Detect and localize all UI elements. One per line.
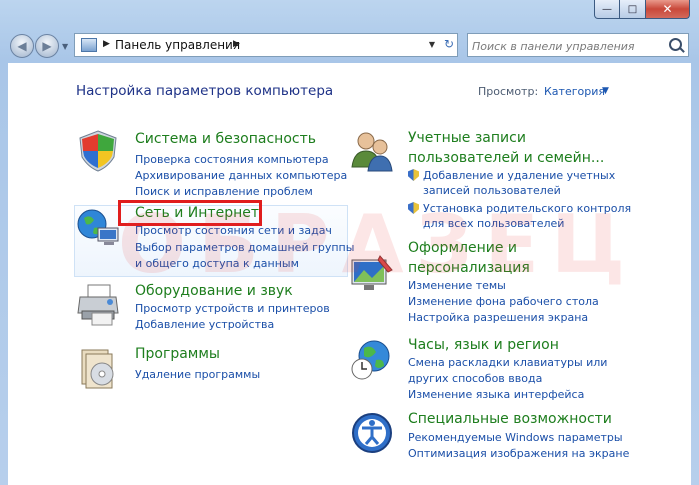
link-backup[interactable]: Архивирование данных компьютера <box>135 169 347 182</box>
category-title[interactable]: Система и безопасность <box>135 131 316 147</box>
link-change-keyboard[interactable]: Смена раскладки клавиатуры или <box>408 356 607 369</box>
sample-watermark: ОБРАЗЕЦ <box>118 198 638 291</box>
link-add-device[interactable]: Добавление устройства <box>135 318 274 331</box>
view-by-dropdown[interactable]: Категория <box>544 85 605 98</box>
category-title[interactable]: Часы, язык и регион <box>408 337 559 353</box>
forward-arrow-icon: ▶ <box>42 39 52 53</box>
category-title[interactable]: Специальные возможности <box>408 411 612 427</box>
programs-icon <box>81 349 114 389</box>
back-arrow-icon: ◀ <box>17 39 27 53</box>
chevron-down-icon[interactable]: ▼ <box>602 86 609 96</box>
breadcrumb-separator-icon[interactable]: ▶ <box>233 39 240 49</box>
link-change-background[interactable]: Изменение фона рабочего стола <box>408 295 599 308</box>
breadcrumb-control-panel[interactable]: Панель управления <box>115 38 240 52</box>
shield-icon <box>79 130 117 172</box>
close-button[interactable]: ✕ <box>646 0 690 19</box>
uac-shield-icon <box>408 169 419 181</box>
back-button[interactable]: ◀ <box>10 34 34 58</box>
link-change-keyboard-cont[interactable]: других способов ввода <box>408 372 542 385</box>
navigation-bar: ◀ ▶ ▼ ▶ Панель управления ▶ ▼ ↻ <box>10 32 689 58</box>
main-content: Настройка параметров компьютера Просмотр… <box>8 63 691 485</box>
category-title-line[interactable]: Учетные записи <box>408 128 604 148</box>
recent-pages-dropdown[interactable]: ▼ <box>62 42 68 51</box>
link-devices-printers[interactable]: Просмотр устройств и принтеров <box>135 302 330 315</box>
page-title: Настройка параметров компьютера <box>76 83 334 99</box>
link-change-display-language[interactable]: Изменение языка интерфейса <box>408 388 584 401</box>
control-panel-window: — □ ✕ ◀ ▶ ▼ ▶ Панель управления ▶ ▼ ↻ На… <box>0 0 699 485</box>
link-add-remove-accounts-cont[interactable]: записей пользователей <box>423 184 561 197</box>
link-troubleshoot[interactable]: Поиск и исправление проблем <box>135 185 313 198</box>
link-recommended-settings[interactable]: Рекомендуемые Windows параметры <box>408 431 623 444</box>
network-globe-icon <box>77 209 119 245</box>
link-check-status[interactable]: Проверка состояния компьютера <box>135 153 329 166</box>
address-dropdown-icon[interactable]: ▼ <box>429 40 435 49</box>
view-by-label: Просмотр: <box>478 85 539 98</box>
forward-button[interactable]: ▶ <box>35 34 59 58</box>
caption-buttons: — □ ✕ <box>594 0 690 19</box>
address-bar[interactable]: ▶ Панель управления ▶ ▼ ↻ <box>74 33 458 57</box>
globe-clock-icon <box>351 340 390 380</box>
minimize-button[interactable]: — <box>594 0 620 19</box>
link-text[interactable]: Добавление и удаление учетных <box>423 169 615 182</box>
breadcrumb-separator-icon[interactable]: ▶ <box>103 39 110 49</box>
category-title-line[interactable]: пользователей и семейн... <box>408 148 604 168</box>
category-title[interactable]: Учетные записи пользователей и семейн... <box>408 128 604 168</box>
printer-icon <box>77 284 119 326</box>
link-uninstall-program[interactable]: Удаление программы <box>135 368 260 381</box>
search-box[interactable] <box>467 33 689 57</box>
link-add-remove-accounts[interactable]: Добавление и удаление учетных <box>408 169 615 182</box>
maximize-button[interactable]: □ <box>620 0 646 19</box>
search-icon[interactable] <box>669 38 682 51</box>
link-optimize-display[interactable]: Оптимизация изображения на экране <box>408 447 629 460</box>
control-panel-icon <box>81 38 97 52</box>
search-input[interactable] <box>470 36 664 56</box>
link-screen-resolution[interactable]: Настройка разрешения экрана <box>408 311 588 324</box>
users-icon <box>351 132 393 172</box>
category-title[interactable]: Программы <box>135 346 220 362</box>
refresh-icon[interactable]: ↻ <box>444 37 454 51</box>
ease-of-access-icon <box>352 413 392 453</box>
